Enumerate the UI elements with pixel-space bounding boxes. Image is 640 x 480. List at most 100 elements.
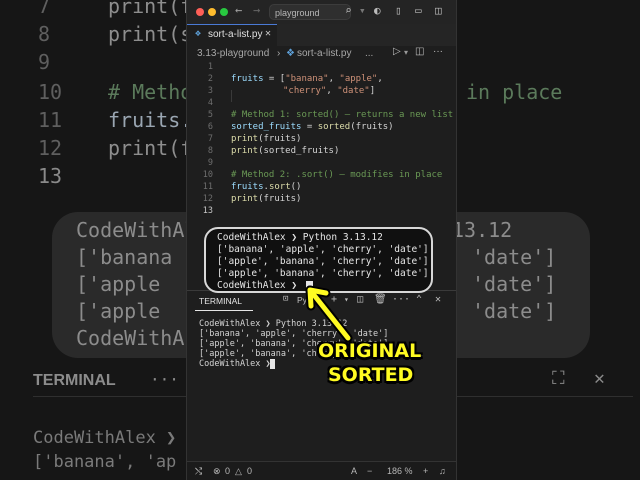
more-actions-icon[interactable]: ··· <box>392 294 410 305</box>
split-terminal-icon[interactable]: ◫ <box>357 294 363 305</box>
line-number: 10 <box>202 170 213 180</box>
maximize-panel-icon[interactable]: ⌃ <box>416 294 422 305</box>
command-center-search[interactable]: playground <box>269 4 351 20</box>
code-line-12: print(fruits) <box>231 194 301 204</box>
line-number: 3 <box>207 86 213 96</box>
line-number: 8 <box>207 146 213 156</box>
zoom-out-icon[interactable]: − <box>367 466 372 476</box>
bg-line-number: 8 <box>38 22 51 46</box>
warning-icon[interactable]: △ <box>235 466 242 477</box>
bg-line-number: 12 <box>38 136 63 160</box>
zoom-line: CodeWithAlex ❯ <box>217 280 298 291</box>
code-token: ] <box>369 86 376 96</box>
bg-close-icon: ✕ <box>594 368 605 389</box>
breadcrumb-folder[interactable]: 3.13-playground <box>197 48 269 59</box>
run-icon[interactable]: ▷ <box>393 46 401 57</box>
toggle-sidebar-icon[interactable]: ▯ <box>395 4 402 17</box>
bg-more-icon: ··· <box>150 370 179 389</box>
close-tab-icon[interactable]: ✕ <box>265 28 271 39</box>
code-token: "date" <box>337 86 370 96</box>
code-line-7: print(fruits) <box>231 134 301 144</box>
code-token: sort <box>268 182 291 192</box>
terminal-line: CodeWithAlex ❯ <box>199 359 271 369</box>
chevron-down-icon[interactable]: ▾ <box>344 295 349 304</box>
code-line-6: sorted_fruits = sorted(fruits) <box>231 122 394 132</box>
code-token: "cherry" <box>283 86 327 96</box>
bg-term-line: ['banana <box>76 245 173 269</box>
code-token: , <box>328 74 340 84</box>
code-editor[interactable]: 1 2 3 4 5 6 7 8 9 10 11 12 13 fruits = [… <box>187 62 456 216</box>
bg-term-line: 13.12 <box>452 218 513 242</box>
terminal-line: ['banana', 'apple', 'cherry', 'date'] <box>199 329 389 339</box>
back-arrow-icon[interactable]: ← <box>235 3 242 17</box>
tab-terminal[interactable]: TERMINAL <box>199 296 242 306</box>
bg-line-number: 10 <box>38 80 63 104</box>
close-window-button[interactable] <box>196 8 204 16</box>
code-line-11: fruits.sort() <box>231 182 301 192</box>
warning-count[interactable]: 0 <box>247 466 252 476</box>
more-actions-icon[interactable]: ··· <box>433 46 443 57</box>
bg-bottom-line: ['banana', 'ap <box>33 452 177 472</box>
editor-tab-bar: ❖ sort-a-list.py ✕ <box>187 24 456 47</box>
bg-terminal-label: TERMINAL <box>33 372 116 389</box>
code-token: = [ <box>263 74 286 84</box>
zoom-level[interactable]: 186 % <box>387 466 413 476</box>
chevron-down-icon[interactable]: ▾ <box>359 4 366 17</box>
remote-icon[interactable]: ⤭ <box>195 466 202 477</box>
split-editor-icon[interactable]: ◫ <box>415 46 424 57</box>
terminal-shell-icon: ⊡ <box>283 294 289 304</box>
zoom-cursor <box>306 281 313 292</box>
code-token: = <box>301 122 318 132</box>
copilot-icon[interactable]: ⌕ <box>345 4 352 17</box>
bg-code-line: fruits. <box>108 108 193 132</box>
error-count[interactable]: 0 <box>225 466 230 476</box>
line-number: 1 <box>207 62 213 72</box>
line-number: 6 <box>207 122 213 132</box>
zoom-window-button[interactable] <box>220 8 228 16</box>
bg-comment-tail: in place <box>466 80 563 104</box>
breadcrumb-more[interactable]: ... <box>365 48 373 59</box>
line-number: 2 <box>207 74 213 84</box>
line-number: 7 <box>207 134 213 144</box>
notifications-icon[interactable]: ♫ <box>439 466 446 476</box>
code-token: (fruits) <box>258 194 302 204</box>
add-terminal-icon[interactable]: + <box>331 294 337 305</box>
bg-code-line: print(f <box>108 136 193 160</box>
bg-line-number: 7 <box>38 0 51 18</box>
python-file-icon: ❖ <box>195 28 202 39</box>
code-token: print <box>231 134 259 144</box>
terminal-shell-name[interactable]: Python <box>297 295 323 305</box>
breadcrumb-separator: › <box>277 48 281 59</box>
layout-icon[interactable]: ◫ <box>435 4 442 17</box>
code-token: print <box>231 194 259 204</box>
minimize-window-button[interactable] <box>208 8 216 16</box>
code-token: print <box>231 146 259 156</box>
title-bar: ← → playground ⌕ ▾ ◐ ▯ ▭ ◫ <box>187 0 456 24</box>
chevron-down-icon[interactable]: ▾ <box>404 48 408 57</box>
forward-arrow-icon[interactable]: → <box>253 3 260 17</box>
tab-sort-a-list[interactable]: ❖ sort-a-list.py ✕ <box>187 24 277 46</box>
close-panel-icon[interactable]: ✕ <box>435 294 441 305</box>
error-icon[interactable]: ⊗ <box>213 466 221 477</box>
code-line-10: # Method 2: .sort() — modifies in place <box>231 170 443 180</box>
line-number: 12 <box>202 194 213 204</box>
code-token: sorted_fruits <box>231 122 302 132</box>
code-line-3: "cherry", "date"] <box>283 86 375 96</box>
code-token: "apple" <box>339 74 378 84</box>
breadcrumb-file[interactable]: sort-a-list.py <box>297 48 351 59</box>
toggle-panel-icon[interactable]: ▭ <box>415 4 422 17</box>
code-line-2: fruits = ["banana", "apple", <box>231 74 383 84</box>
accounts-icon[interactable]: ◐ <box>374 4 381 17</box>
line-number: 5 <box>207 110 213 120</box>
breadcrumb: 3.13-playground › ❖ sort-a-list.py ... ▷… <box>187 46 456 62</box>
code-token: , <box>377 74 383 84</box>
line-number: 9 <box>207 158 213 168</box>
trash-icon[interactable]: 🗑 <box>374 294 387 305</box>
code-token: (fruits) <box>258 134 302 144</box>
zoom-in-icon[interactable]: + <box>423 466 428 476</box>
font-icon[interactable]: A <box>351 466 357 476</box>
code-token: sorted <box>317 122 351 132</box>
line-number: 13 <box>202 206 213 216</box>
bg-term-line: ['apple <box>76 299 161 323</box>
terminal-line: CodeWithAlex ❯ Python 3.13.12 <box>199 319 348 329</box>
